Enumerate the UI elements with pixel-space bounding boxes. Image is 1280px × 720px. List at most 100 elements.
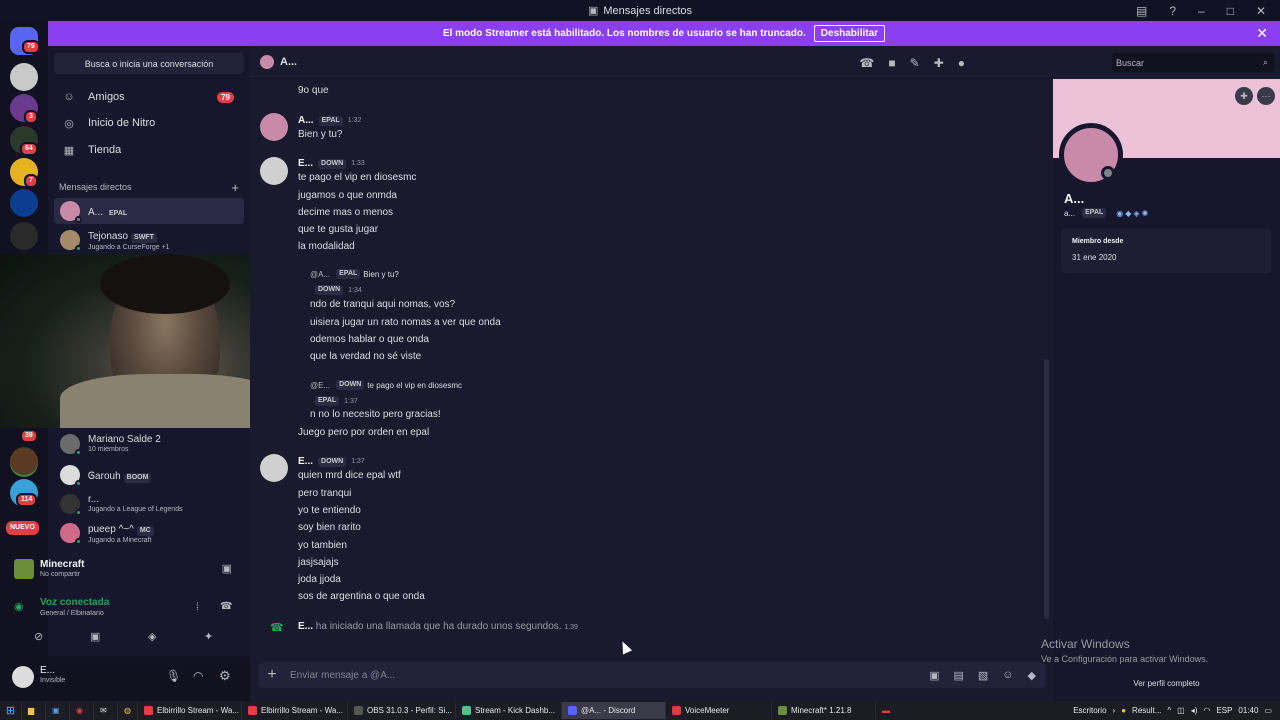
author-name[interactable]: E... <box>298 456 313 467</box>
guild-tag: DOWN <box>336 380 365 390</box>
pinned-messages-icon[interactable]: ✎ <box>910 56 920 70</box>
chrome-icon[interactable]: ◍ <box>118 702 138 719</box>
gift-icon[interactable]: ▣ <box>929 669 939 682</box>
user-profile-icon[interactable]: ● <box>958 56 965 70</box>
taskbar-item[interactable]: OBS 31.0.3 - Perfil: Si... <box>348 702 456 719</box>
taskbar-item[interactable]: Elbirrillo Stream - Wa... <box>242 702 348 719</box>
sticker-icon[interactable]: ▧ <box>978 669 988 682</box>
apps-icon[interactable]: ◆ <box>1028 669 1036 682</box>
message-author: E... DOWN 1:33 <box>298 158 365 169</box>
profile-panel: ✚ ··· A... a... EPAL ◉◆◈✺ Miembro desde … <box>1041 79 1280 701</box>
emoji-icon[interactable]: ☺ <box>1002 669 1013 682</box>
tray-app-icon[interactable]: ▬ <box>876 702 900 719</box>
dm-item[interactable]: r... Jugando a League of Legends <box>54 491 244 517</box>
attach-plus-icon[interactable]: + <box>258 666 286 684</box>
taskbar-item-active[interactable]: @A... - Discord <box>562 702 666 719</box>
screen-share-icon[interactable]: ▣ <box>222 562 232 575</box>
voice-channel[interactable]: General / Elbinatario <box>40 610 104 617</box>
avatar <box>60 494 82 516</box>
avatar[interactable] <box>260 454 288 482</box>
headphones-icon[interactable]: ◠ <box>193 669 203 683</box>
search-input[interactable]: Buscar ⌕ <box>1112 53 1274 72</box>
chat-scrollbar[interactable] <box>1044 359 1049 619</box>
badge-icons: ◉◆◈✺ <box>1116 208 1151 218</box>
language-indicator[interactable]: ESP <box>1216 706 1232 715</box>
desktop-label[interactable]: Escritorio <box>1073 706 1106 715</box>
camera-off-icon[interactable]: ⊘ <box>34 630 43 643</box>
dm-status: Jugando a CurseForge +1 <box>88 244 170 251</box>
reply-preview[interactable]: @E... DOWN te pago el vip en diosesmc <box>310 380 462 390</box>
avatar[interactable] <box>260 113 288 141</box>
user-avatar[interactable] <box>12 666 34 688</box>
call-author[interactable]: E... <box>298 621 313 632</box>
wifi-icon[interactable]: ◠ <box>1203 706 1210 715</box>
dm-item[interactable]: pueep ^~^ MC Jugando a Minecraft <box>54 520 244 546</box>
settings-gear-icon[interactable]: ⚙ <box>219 668 231 684</box>
clock[interactable]: 01:40 <box>1238 706 1258 715</box>
mail-icon[interactable]: ✉ <box>94 702 118 719</box>
taskbar-item[interactable]: Stream - Kick Dashb... <box>456 702 562 719</box>
weather-icon: ● <box>1121 706 1127 715</box>
more-options-icon[interactable]: ··· <box>1257 87 1275 105</box>
search-placeholder: Buscar <box>1116 57 1145 68</box>
taskbar-item[interactable]: VoiceMeeter <box>666 702 772 719</box>
guild-tag: MC <box>136 526 154 536</box>
soundboard-icon[interactable]: ✦ <box>204 630 213 643</box>
notifications-icon[interactable]: ▭ <box>1264 706 1272 715</box>
message-composer[interactable]: + Enviar mensaje a @A... ▣ ▤ ▧ ☺ ◆ <box>258 662 1046 688</box>
dm-item[interactable]: Ꮆarouh BOOM <box>54 462 244 488</box>
nav-friends[interactable]: ☺ Amigos 79 <box>54 85 244 109</box>
voice-call-icon[interactable]: ☎ <box>859 56 874 70</box>
close-window-button[interactable]: ✕ <box>1256 4 1266 18</box>
add-friends-to-dm-icon[interactable]: ✚ <box>934 56 944 70</box>
gif-icon[interactable]: ▤ <box>953 669 963 682</box>
share-screen-icon[interactable]: ▣ <box>90 630 100 643</box>
microphone-icon[interactable]: 🎙 <box>166 669 181 683</box>
voice-status[interactable]: Voz conectada <box>40 597 109 608</box>
server-icon[interactable] <box>10 222 38 250</box>
call-text: ha iniciado una llamada que ha durado un… <box>315 621 562 632</box>
dm-item[interactable]: Tejonaso SWFT Jugando a CurseForge +1 <box>54 227 244 253</box>
message-line: n no lo necesito pero gracias! <box>310 409 441 420</box>
view-full-profile-link[interactable]: Ver perfil completo <box>1053 679 1280 688</box>
create-dm-icon[interactable]: + <box>231 180 239 195</box>
video-call-icon[interactable]: ■ <box>888 56 895 70</box>
dm-status: Jugando a Minecraft <box>88 537 152 544</box>
store-icon[interactable]: ▣ <box>46 702 70 719</box>
author-name[interactable]: E... <box>298 158 313 169</box>
close-banner-icon[interactable]: ✕ <box>1256 25 1268 42</box>
start-button[interactable]: ⊞ <box>0 702 22 719</box>
message-line: joda jjoda <box>298 574 341 585</box>
network-icon[interactable]: ◫ <box>1177 706 1185 715</box>
maximize-button[interactable]: □ <box>1227 4 1234 18</box>
avatar[interactable] <box>260 157 288 185</box>
server-icon[interactable] <box>10 63 38 91</box>
disconnect-icon[interactable]: ☎ <box>220 601 232 612</box>
activities-icon[interactable]: ◈ <box>148 630 156 643</box>
taskbar-item[interactable]: Elbirrillo Stream - Wa... <box>138 702 242 719</box>
minimize-button[interactable]: – <box>1198 4 1205 18</box>
dm-item[interactable]: Mariano Salde 2 10 miembros <box>54 431 244 457</box>
tray-up-icon[interactable]: ^ <box>1167 706 1171 715</box>
add-friend-icon[interactable]: ✚ <box>1235 87 1253 105</box>
disable-streamer-button[interactable]: Deshabilitar <box>813 25 886 42</box>
file-explorer-icon[interactable]: ▆ <box>22 702 46 719</box>
guild-tag: EPAL <box>318 115 343 126</box>
record-icon[interactable]: ◉ <box>70 702 94 719</box>
reply-preview[interactable]: @A... EPAL Bien y tu? <box>310 269 399 279</box>
weather-result[interactable]: Result... <box>1132 706 1161 715</box>
dm-item[interactable]: A... EPAL <box>54 198 244 224</box>
nav-nitro[interactable]: ◎ Inicio de Nitro <box>54 111 244 135</box>
help-icon[interactable]: ? <box>1169 4 1176 18</box>
server-icon[interactable] <box>10 447 38 475</box>
noise-suppression-icon[interactable]: ⁞ <box>196 602 199 613</box>
chat-header-name[interactable]: A... <box>280 56 297 68</box>
inbox-icon[interactable]: ▤ <box>1136 4 1147 18</box>
author-name[interactable]: A... <box>298 115 314 126</box>
taskbar-item[interactable]: Minecraft* 1.21.8 <box>772 702 876 719</box>
server-icon[interactable] <box>10 189 38 217</box>
volume-icon[interactable]: ◂) <box>1191 706 1198 715</box>
nav-shop[interactable]: ▦ Tienda <box>54 138 244 162</box>
taskbar-item-label: Stream - Kick Dashb... <box>475 706 556 715</box>
search-conversation-button[interactable]: Busca o inicia una conversación <box>54 53 244 74</box>
